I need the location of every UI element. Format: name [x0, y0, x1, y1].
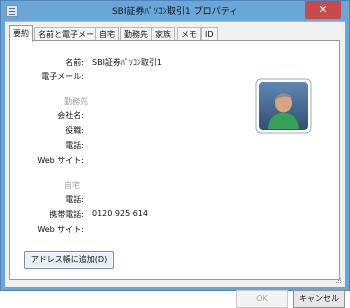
tab-summary[interactable]: 要約: [9, 25, 33, 42]
tab-home[interactable]: 自宅: [95, 27, 119, 41]
tab-notes[interactable]: メモ: [177, 27, 201, 41]
dialog-body: 要約 名前と電子メール 自宅 勤務先 家族 メモ ID 名前: SBI証券ﾊﾟｿ…: [5, 21, 345, 308]
home-phone-label: 電話:: [65, 195, 84, 204]
resize-grip-icon[interactable]: [334, 277, 342, 285]
business-website-label: Web サイト:: [37, 156, 84, 165]
home-website-label: Web サイト:: [37, 225, 84, 234]
window-title: SBI証券ﾊﾟｿｺﾝ取引1 プロパティ: [111, 7, 239, 17]
email-label: 電子メール:: [41, 72, 84, 81]
company-label: 会社名:: [57, 111, 84, 120]
home-section-label: 自宅: [64, 181, 80, 190]
contact-avatar-icon: [255, 78, 312, 134]
title-bar[interactable]: SBI証券ﾊﾟｿｺﾝ取引1 プロパティ ✕: [1, 1, 349, 21]
mobile-phone-label: 携帯電話:: [49, 210, 84, 219]
summary-panel: 名前: SBI証券ﾊﾟｿｺﾝ取引1 電子メール: 勤務先 会社名: 役職: 電話…: [9, 40, 340, 280]
tab-family[interactable]: 家族: [151, 27, 175, 41]
tab-business[interactable]: 勤務先: [120, 27, 152, 41]
ok-button[interactable]: OK: [236, 290, 288, 308]
close-button[interactable]: ✕: [305, 1, 341, 19]
name-value: SBI証券ﾊﾟｿｺﾝ取引1: [92, 58, 163, 67]
tab-id[interactable]: ID: [201, 27, 218, 41]
job-title-label: 役職:: [65, 126, 84, 135]
business-section-label: 勤務先: [64, 97, 88, 106]
cancel-button[interactable]: キャンセル: [293, 290, 345, 308]
business-phone-label: 電話:: [65, 141, 84, 150]
name-label: 名前:: [65, 58, 84, 67]
add-to-address-book-button[interactable]: アドレス帳に追加(D): [24, 251, 114, 269]
properties-window: SBI証券ﾊﾟｿｺﾝ取引1 プロパティ ✕ 要約 名前と電子メール 自宅 勤務先…: [0, 0, 350, 308]
mobile-phone-value: 0120 925 614: [92, 209, 148, 218]
